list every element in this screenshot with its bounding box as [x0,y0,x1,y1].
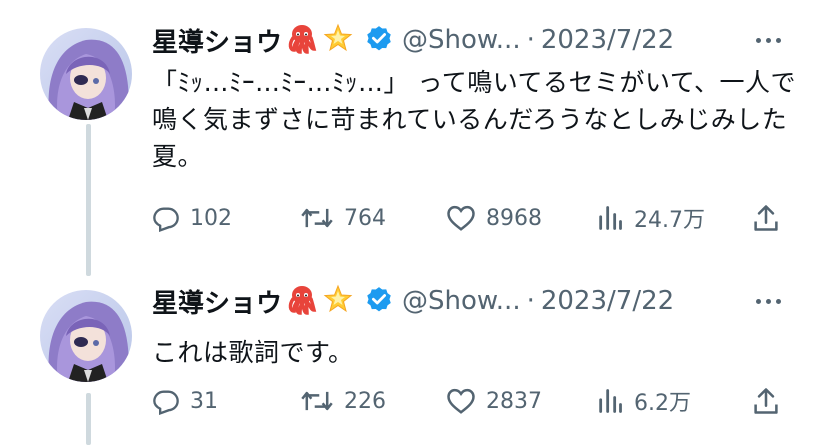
author-handle[interactable]: @Show... [402,286,521,316]
tweet-text: これは歌詞です。 [152,338,354,367]
reply-icon [153,207,179,232]
like-icon [447,205,475,231]
verified-badge-icon[interactable] [364,23,394,57]
like-button[interactable]: 8968 [446,198,542,238]
tweet[interactable]: 星導ショウ @Show... · 2023/7/22 これは歌詞です。 31 2… [0,270,828,445]
glowing-star-icon [322,22,354,58]
retweet-button[interactable]: 764 [300,198,386,238]
share-button[interactable] [752,381,790,421]
views-icon [599,389,622,413]
views-button[interactable]: 6.2万 [596,381,691,421]
author-name[interactable]: 星導ショウ [152,283,282,320]
reply-count: 102 [190,205,232,231]
retweet-icon [301,208,333,228]
reply-button[interactable]: 31 [152,381,218,421]
views-button[interactable]: 24.7万 [596,198,705,238]
more-icon[interactable] [748,20,788,60]
views-icon [599,206,622,230]
tweet[interactable]: 星導ショウ @Show... · 2023/7/22 「ﾐｯ…ﾐｰ…ﾐｰ…ﾐｯ…… [0,0,828,270]
retweet-count: 764 [344,205,386,231]
views-count: 24.7万 [634,208,705,233]
like-count: 2837 [486,388,542,414]
retweet-icon [301,391,333,411]
octopus-icon [286,283,318,319]
like-count: 8968 [486,205,542,231]
share-icon [754,388,778,414]
more-icon[interactable] [748,281,788,321]
avatar[interactable] [40,290,132,382]
tweet-date[interactable]: 2023/7/22 [541,25,674,55]
retweet-count: 226 [344,388,386,414]
tweet-actions: 102 764 8968 24.7万 [152,198,792,238]
like-button[interactable]: 2837 [446,381,542,421]
author-name[interactable]: 星導ショウ [152,22,282,59]
views-count: 6.2万 [634,391,691,416]
share-icon [754,205,778,231]
tweet-date[interactable]: 2023/7/22 [541,286,674,316]
octopus-icon [286,22,318,58]
reply-count: 31 [190,388,218,414]
reply-icon [153,390,179,415]
separator: · [526,25,535,55]
tweet-text: 「ﾐｯ…ﾐｰ…ﾐｰ…ﾐｯ…」 って鳴いてるセミがいて、一人で鳴く気まずさに苛まれ… [152,68,796,171]
reply-button[interactable]: 102 [152,198,232,238]
tweet-actions: 31 226 2837 6.2万 [152,381,792,421]
like-icon [447,388,475,414]
verified-badge-icon[interactable] [364,284,394,318]
avatar[interactable] [40,28,132,120]
share-button[interactable] [752,198,790,238]
tweet-header: 星導ショウ @Show... · 2023/7/22 [152,281,674,321]
retweet-button[interactable]: 226 [300,381,386,421]
glowing-star-icon [322,283,354,319]
author-handle[interactable]: @Show... [402,25,521,55]
separator: · [526,286,535,316]
tweet-header: 星導ショウ @Show... · 2023/7/22 [152,20,674,60]
